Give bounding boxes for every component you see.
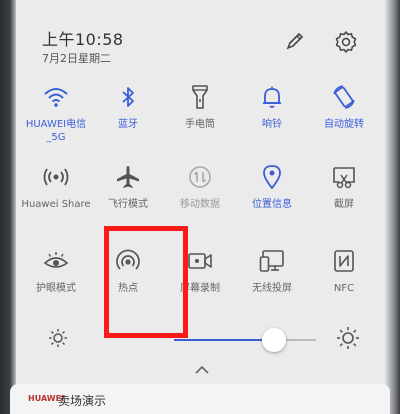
tile-nfc[interactable]: NFC (304, 248, 384, 318)
tile-location-label: 位置信息 (252, 199, 292, 210)
tile-auto-rotate[interactable]: 自动旋转 (304, 84, 384, 154)
airplane-icon (115, 164, 141, 190)
tile-huawei-share-label: Huawei Share (21, 199, 91, 210)
flashlight-icon (187, 84, 213, 110)
notification-title: 卖场演示 (58, 394, 107, 408)
gear-icon[interactable] (334, 30, 358, 54)
brightness-track-filled[interactable] (174, 339, 274, 341)
phone-frame: 上午10:58 7月2日星期二 HUAWEI电信 _5G 蓝牙 手电筒 响铃 自… (0, 0, 400, 414)
tile-auto-rotate-label: 自动旋转 (324, 119, 364, 130)
bell-icon (259, 84, 285, 110)
screenshot-icon (331, 164, 357, 190)
mobile-data-icon (187, 164, 213, 190)
tile-ring-label: 响铃 (262, 119, 282, 130)
wifi-icon (43, 84, 69, 110)
tile-wireless-projection-label: 无线投屏 (252, 283, 292, 294)
tile-eye-comfort[interactable]: 护眼模式 (16, 248, 96, 318)
bluetooth-icon (115, 84, 141, 110)
tile-bluetooth-label: 蓝牙 (118, 119, 138, 130)
tile-flashlight[interactable]: 手电筒 (160, 84, 240, 154)
tile-huawei-share[interactable]: Huawei Share (16, 164, 96, 234)
wireless-projection-icon (259, 248, 285, 274)
status-date: 7月2日星期二 (42, 52, 111, 65)
tile-nfc-label: NFC (333, 283, 355, 294)
collapse-chevron-icon[interactable] (194, 360, 210, 374)
tile-screenshot-label: 截屏 (334, 199, 354, 210)
brightness-track-rest[interactable] (286, 339, 316, 341)
tile-wifi-label: HUAWEI电信 _5G (25, 119, 87, 143)
tile-ring[interactable]: 响铃 (232, 84, 312, 154)
eye-comfort-icon (43, 248, 69, 274)
auto-rotate-icon (331, 84, 357, 110)
tile-location[interactable]: 位置信息 (232, 164, 312, 234)
notification-card[interactable]: HUAWEI 卖场演示 (10, 384, 390, 414)
tile-flashlight-label: 手电筒 (185, 119, 215, 130)
brightness-row (16, 322, 384, 352)
brightness-low-icon (48, 328, 68, 348)
brightness-slider-handle[interactable] (262, 328, 286, 352)
tile-mobile-data-label: 移动数据 (180, 199, 220, 210)
edit-pencil-icon[interactable] (284, 30, 306, 52)
location-icon (259, 164, 285, 190)
nfc-icon (331, 248, 357, 274)
tile-bluetooth[interactable]: 蓝牙 (88, 84, 168, 154)
tile-screenshot[interactable]: 截屏 (304, 164, 384, 234)
tile-wifi[interactable]: HUAWEI电信 _5G (16, 84, 96, 154)
huawei-share-icon (43, 164, 69, 190)
brightness-high-icon (336, 326, 360, 350)
tile-wireless-projection[interactable]: 无线投屏 (232, 248, 312, 318)
status-time: 上午10:58 (42, 30, 124, 49)
tile-airplane-label: 飞行模式 (108, 199, 148, 210)
tile-mobile-data[interactable]: 移动数据 (160, 164, 240, 234)
tile-eye-comfort-label: 护眼模式 (36, 283, 76, 294)
tile-airplane[interactable]: 飞行模式 (88, 164, 168, 234)
screen-record-icon (187, 248, 213, 274)
hotspot-highlight-box (104, 226, 188, 338)
quick-settings-panel: 上午10:58 7月2日星期二 HUAWEI电信 _5G 蓝牙 手电筒 响铃 自… (16, 0, 384, 414)
